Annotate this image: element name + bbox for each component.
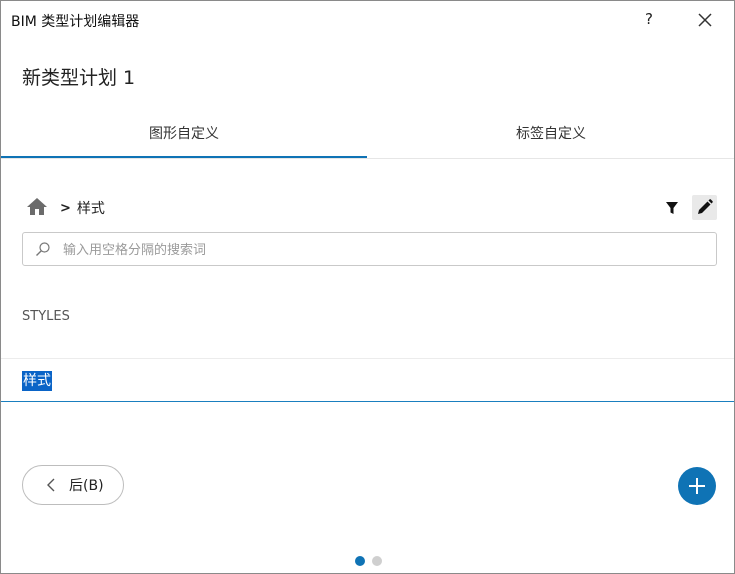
active-tab-indicator [1, 156, 367, 158]
search-input[interactable] [61, 237, 705, 263]
page-dot-1[interactable] [355, 556, 365, 566]
edit-button[interactable] [692, 195, 717, 220]
page-title: 新类型计划 1 [22, 67, 136, 89]
back-button-label: 后(B) [69, 478, 104, 494]
list-item-label: 样式 [22, 371, 52, 391]
breadcrumb-current: 样式 [76, 201, 105, 217]
section-header-styles: STYLES [22, 309, 70, 324]
add-button[interactable] [678, 467, 716, 505]
chevron-left-icon [47, 478, 55, 492]
home-icon [27, 198, 47, 215]
page-indicator [355, 556, 389, 566]
window-title: BIM 类型计划编辑器 [11, 14, 140, 30]
tab-graphic-customization[interactable]: 图形自定义 [1, 111, 367, 157]
page-dot-2[interactable] [372, 556, 382, 566]
tab-bar: 图形自定义 标签自定义 [1, 111, 734, 159]
search-icon [36, 242, 50, 256]
list-item[interactable]: 样式 [1, 360, 734, 402]
close-button[interactable] [693, 8, 717, 32]
back-button[interactable]: 后(B) [22, 465, 124, 505]
help-button[interactable]: ? [637, 7, 661, 31]
list-divider [1, 358, 734, 359]
pencil-icon [698, 199, 713, 214]
tab-label-customization[interactable]: 标签自定义 [368, 111, 734, 157]
filter-icon [666, 202, 678, 214]
breadcrumb-home[interactable] [26, 196, 48, 220]
close-icon [698, 13, 712, 27]
editor-window: BIM 类型计划编辑器 ? 新类型计划 1 图形自定义 标签自定义 > 样式 输… [0, 0, 735, 574]
breadcrumb-separator: > [60, 200, 71, 216]
filter-button[interactable] [661, 197, 683, 219]
breadcrumb: > 样式 [26, 196, 105, 220]
search-box [22, 232, 717, 266]
title-bar: BIM 类型计划编辑器 ? [1, 1, 734, 39]
plus-icon [689, 478, 705, 494]
